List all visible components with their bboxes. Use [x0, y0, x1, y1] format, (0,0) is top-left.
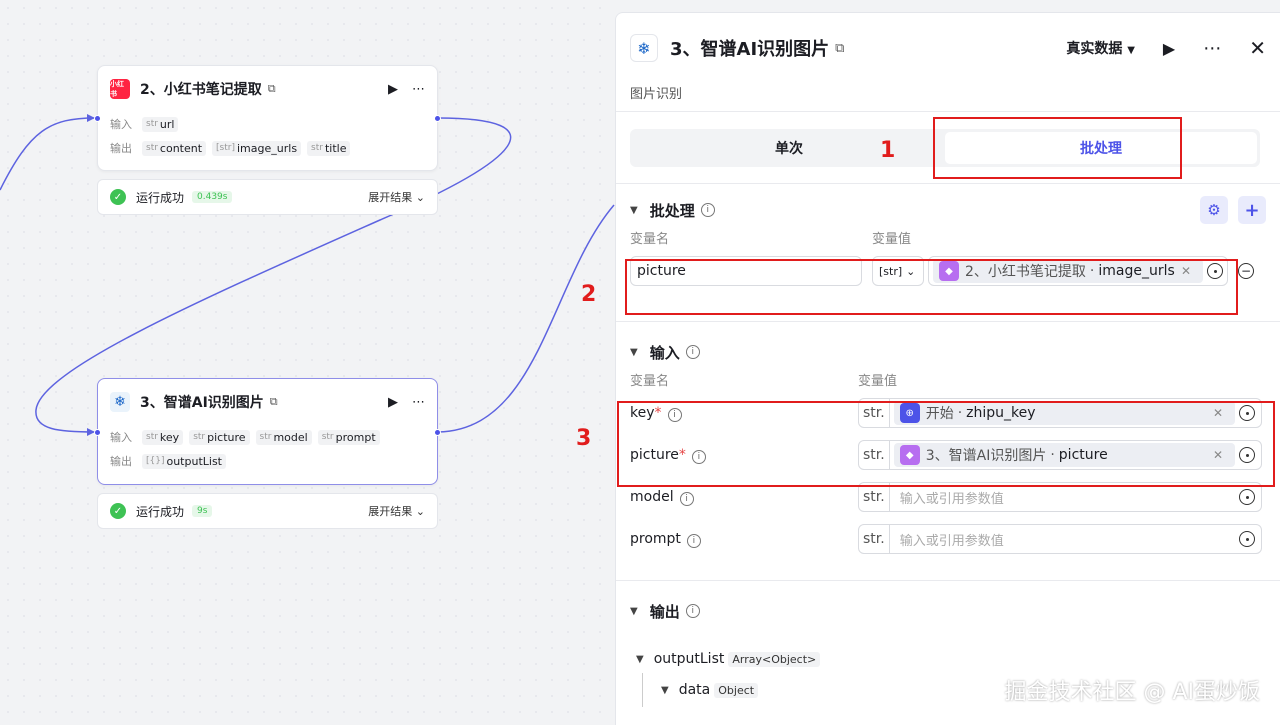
add-icon[interactable]: +: [1238, 196, 1266, 224]
param-tag: str key: [142, 429, 184, 445]
zhipu-logo-icon: ❄: [630, 34, 658, 62]
close-icon[interactable]: ✕: [1249, 36, 1266, 60]
callout-2: 2: [581, 282, 597, 307]
param-tag: str title: [307, 140, 351, 156]
reference-target-icon[interactable]: [1239, 531, 1255, 547]
more-icon[interactable]: ⋯: [412, 395, 425, 410]
caret-down-icon[interactable]: ▼: [661, 685, 669, 696]
callout-3: 3: [576, 426, 592, 451]
node-xhs-extract[interactable]: 小红书 2、小红书笔记提取 ⧉ ▶ ⋯ 输入 str url 输出 str cont…: [94, 65, 441, 171]
zhipu-logo-icon: ❄: [110, 392, 130, 412]
node-title: 3、智谱AI识别图片: [140, 395, 264, 411]
expand-results-button[interactable]: 展开结果 ⌄: [368, 503, 425, 519]
panel-title: 3、智谱AI识别图片: [670, 39, 830, 60]
input-handle[interactable]: [94, 429, 101, 436]
more-icon[interactable]: ⋯: [412, 82, 425, 97]
duration-badge: 9s: [192, 505, 213, 517]
output-tree-item[interactable]: ▼ outputList Array<Object>: [636, 645, 1280, 673]
output-handle[interactable]: [434, 429, 441, 436]
reference-target-icon[interactable]: [1239, 489, 1255, 505]
caret-down-icon: ▼: [1127, 45, 1135, 56]
param-tag: str content: [142, 140, 207, 156]
more-icon[interactable]: ⋯: [1203, 38, 1221, 59]
run-status-zp: ✓ 运行成功 9s 展开结果 ⌄: [97, 493, 438, 529]
duration-badge: 0.439s: [192, 191, 233, 203]
chevron-down-icon[interactable]: ▼: [630, 205, 638, 216]
param-tag: str url: [142, 116, 179, 132]
param-tag: str picture: [189, 429, 250, 445]
run-status-xhs: ✓ 运行成功 0.439s 展开结果 ⌄: [97, 179, 438, 215]
output-handle[interactable]: [434, 115, 441, 122]
node-title: 2、小红书笔记提取: [140, 82, 262, 98]
watermark: 掘金技术社区 @ AI蛋炒饭: [1004, 680, 1260, 705]
param-tag: [str] image_urls: [212, 140, 302, 156]
expand-results-button[interactable]: 展开结果 ⌄: [368, 189, 425, 205]
info-icon[interactable]: i: [686, 533, 701, 548]
info-icon[interactable]: i: [700, 203, 715, 217]
node-outputs: 输出 str content [str] image_urls str title: [98, 136, 437, 160]
node-inputs: 输入 str url: [98, 112, 437, 136]
chevron-down-icon[interactable]: ▼: [630, 347, 638, 358]
tab-single[interactable]: 单次: [633, 132, 945, 164]
run-icon[interactable]: ▶: [388, 395, 398, 410]
settings-icon[interactable]: ⚙: [1200, 196, 1228, 224]
check-icon: ✓: [110, 503, 126, 519]
xiaohongshu-logo-icon: 小红书: [110, 79, 130, 99]
info-icon[interactable]: i: [679, 491, 694, 506]
input-handle[interactable]: [94, 115, 101, 122]
param-tag: str model: [255, 429, 312, 445]
highlight-box-inputs: [617, 401, 1275, 487]
plugin-icon: ⧉: [267, 82, 276, 95]
info-icon[interactable]: i: [685, 604, 700, 618]
chevron-down-icon[interactable]: ▼: [630, 606, 638, 617]
panel-subtitle: 图片识别: [630, 87, 683, 102]
remove-icon[interactable]: −: [1238, 263, 1254, 279]
highlight-box-batch-tab: [933, 117, 1182, 179]
check-icon: ✓: [110, 189, 126, 205]
run-icon[interactable]: ▶: [388, 82, 398, 97]
node-outputs: 输出 [{}] outputList: [98, 449, 437, 473]
info-icon[interactable]: i: [685, 345, 700, 359]
plugin-icon: ⧉: [835, 40, 845, 56]
plugin-icon: ⧉: [269, 395, 278, 408]
node-zhipu-vision[interactable]: ❄ 3、智谱AI识别图片 ⧉ ▶ ⋯ 输入 str key str picture …: [94, 378, 441, 485]
callout-1: 1: [880, 138, 896, 163]
mode-select[interactable]: 真实数据 ▼: [1066, 38, 1135, 58]
node-inputs: 输入 str key str picture str model str prompt: [98, 425, 437, 449]
run-icon[interactable]: ▶: [1163, 39, 1175, 58]
param-tag: str prompt: [317, 429, 380, 445]
prompt-value-input[interactable]: str. 输入或引用参数值: [858, 524, 1262, 554]
highlight-box-batch-var: [625, 259, 1238, 315]
input-row-prompt: prompt i str. 输入或引用参数值: [616, 518, 1280, 560]
caret-down-icon[interactable]: ▼: [636, 654, 644, 665]
param-tag: [{}] outputList: [142, 453, 226, 469]
